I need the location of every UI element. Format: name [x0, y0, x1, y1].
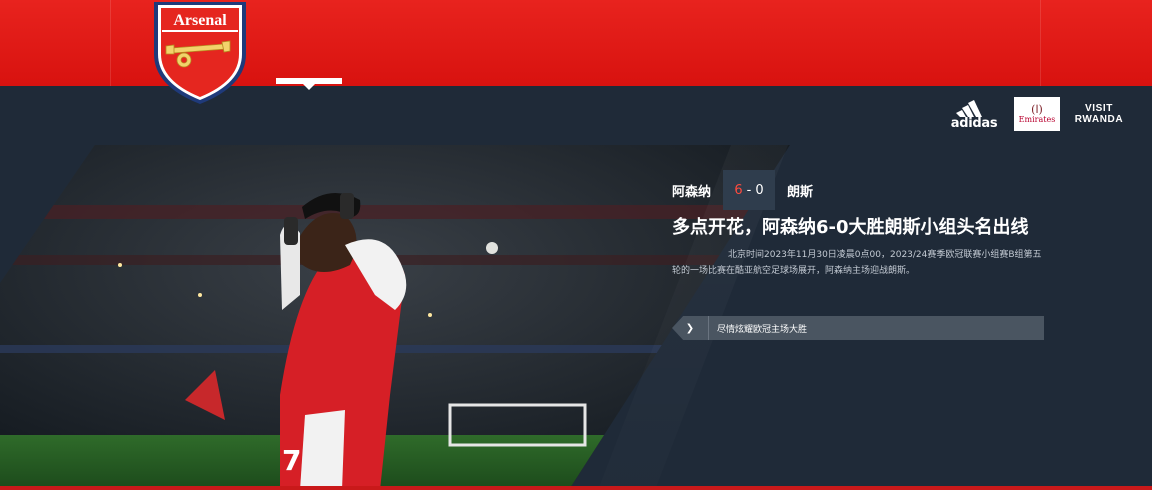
visit-rwanda-logo[interactable]: VISIT RWANDA [1070, 103, 1128, 125]
emirates-arabic-mark: (ا) [1031, 103, 1043, 116]
shirt-number: 7 [282, 444, 301, 477]
header-seam [110, 0, 111, 86]
away-team-name: 朗斯 [787, 184, 814, 200]
adidas-stripes-icon [956, 99, 982, 117]
article-headline[interactable]: 多点开花，阿森纳6-0大胜朗斯小组头名出线 [672, 216, 1042, 239]
visit-rwanda-line2: RWANDA [1074, 114, 1124, 125]
nav-menu-indicator[interactable] [276, 78, 342, 90]
cta-label: 尽情炫耀欧冠主场大胜 [717, 324, 808, 335]
match-content: 阿森纳 6 - 0 朗斯 多点开花，阿森纳6-0大胜朗斯小组头名出线 北京时间2… [672, 170, 1052, 279]
arsenal-wordmark: Arsenal [173, 12, 227, 29]
bottom-accent-line [0, 486, 1152, 490]
emirates-wordmark: Emirates [1018, 115, 1056, 124]
visit-rwanda-line1: VISIT [1084, 103, 1113, 114]
sponsor-logos: adidas (ا) Emirates VISIT RWANDA [948, 96, 1128, 132]
scoreboard: 6 - 0 [723, 170, 776, 210]
article-summary: 北京时间2023年11月30日凌晨0点00，2023/24赛季欧冠联赛小组赛B组… [672, 250, 1042, 276]
cta-divider [708, 316, 709, 340]
adidas-logo[interactable]: adidas [948, 96, 1000, 132]
emirates-logo[interactable]: (ا) Emirates [1014, 97, 1060, 131]
score-row: 阿森纳 6 - 0 朗斯 [672, 170, 1052, 210]
chevron-right-icon: ❯ [685, 322, 695, 334]
home-score: 6 [734, 182, 743, 198]
arsenal-crest-logo[interactable]: Arsenal [150, 0, 250, 106]
adidas-wordmark: adidas [950, 115, 998, 131]
arsenal-crest-icon: Arsenal [154, 2, 246, 104]
home-team-name: 阿森纳 [672, 184, 712, 200]
away-score: 0 [755, 182, 764, 198]
score-separator: - [746, 182, 752, 198]
highlights-cta-button[interactable]: ❯ 尽情炫耀欧冠主场大胜 [672, 316, 1044, 340]
header-seam [1040, 0, 1041, 86]
